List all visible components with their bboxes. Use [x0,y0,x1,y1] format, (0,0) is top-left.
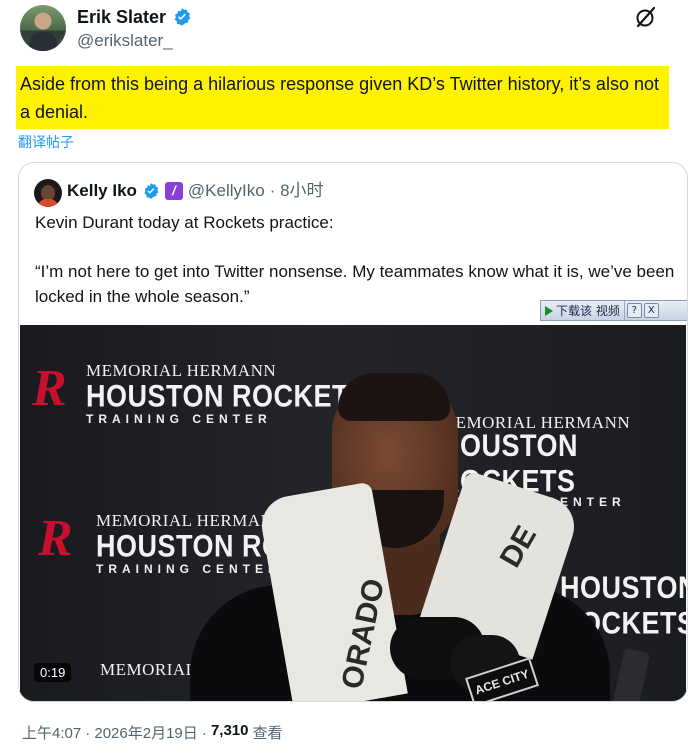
author-avatar[interactable] [20,5,66,51]
author-name-row[interactable]: Erik Slater [77,6,192,28]
rockets-logo-icon: R [38,510,73,567]
quote-header: Kelly Iko / @KellyIko · 8小时 [67,180,324,202]
tweet-text: Aside from this being a hilarious respon… [16,66,669,129]
download-video-toolbar[interactable]: 下载该 视频 ? X [540,300,687,321]
tweet-time[interactable]: 上午4:07 [22,722,81,743]
video-player[interactable]: R MEMORIAL HERMANN HOUSTON ROCKETS TRAIN… [20,325,686,701]
author-handle[interactable]: @erikslater_ [77,31,173,51]
play-arrow-icon [545,305,553,316]
quote-time[interactable]: · 8小时 [270,180,324,202]
help-button[interactable]: ? [626,303,642,318]
quote-verified-badge-icon [144,183,159,199]
rockets-logo-icon: R [32,360,67,417]
author-name[interactable]: Erik Slater [77,6,166,28]
quote-author-name[interactable]: Kelly Iko [67,180,137,202]
download-video-label: 下载该 视频 [556,304,620,318]
tweet-date[interactable]: · 2026年2月19日 · [85,722,207,743]
quote-author-avatar[interactable] [34,179,62,207]
translate-link[interactable]: 翻译帖子 [18,132,74,152]
download-video-button[interactable]: 下载该 视频 [541,301,625,320]
quote-text-line1: Kevin Durant today at Rockets practice: [35,213,334,232]
affiliate-badge-icon: / [164,182,183,200]
quoted-tweet-card[interactable]: Kelly Iko / @KellyIko · 8小时 Kevin Durant… [18,162,688,702]
tweet-meta: 上午4:07 · 2026年2月19日 · 7,310 查看 [22,722,283,743]
view-label: 查看 [252,725,283,742]
close-button[interactable]: X [643,303,659,318]
person-hair [338,373,450,421]
view-count: 7,310 [210,722,249,739]
grok-icon[interactable] [634,5,658,29]
quote-author-handle[interactable]: @KellyIko [188,180,265,202]
video-duration: 0:19 [34,663,72,682]
verified-badge-icon [174,8,191,26]
backdrop-logo-1: MEMORIAL HERMANN HOUSTON ROCKETS TRAININ… [86,361,368,426]
